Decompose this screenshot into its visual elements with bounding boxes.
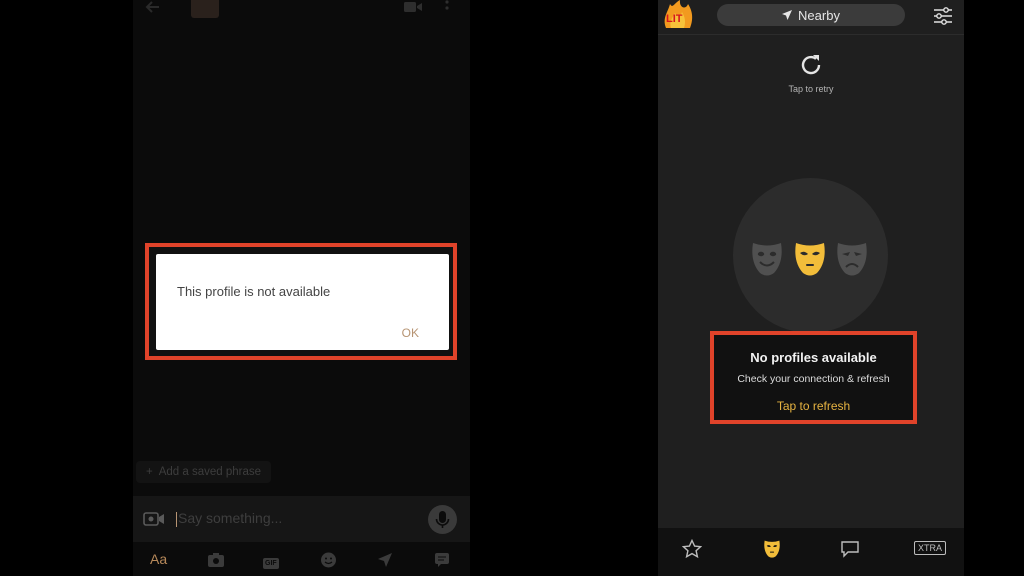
video-call-icon[interactable] [403, 0, 423, 14]
mask-happy-icon [752, 243, 782, 276]
microphone-button[interactable] [428, 505, 457, 534]
chat-screen: This profile is not available OK + Add a … [133, 0, 470, 576]
location-arrow-icon [782, 10, 793, 20]
gif-button[interactable]: GIF [263, 550, 279, 570]
empty-state-illustration [733, 178, 888, 333]
dialog-ok-button[interactable]: OK [402, 326, 419, 340]
saved-phrase-icon[interactable] [434, 550, 450, 570]
tap-to-refresh-link[interactable]: Tap to refresh [714, 399, 913, 413]
mask-icon[interactable] [762, 539, 782, 559]
location-icon[interactable] [377, 550, 393, 570]
filter-icon[interactable] [932, 6, 954, 26]
add-saved-phrase-button[interactable]: + Add a saved phrase [136, 461, 272, 483]
location-label: Nearby [798, 7, 840, 23]
compose-bar: Say something... [133, 496, 470, 542]
message-input[interactable]: Say something... [176, 510, 376, 528]
bottom-navigation: XTRA [658, 528, 964, 576]
emoji-icon[interactable] [320, 550, 337, 570]
profile-unavailable-dialog: This profile is not available OK [156, 254, 449, 350]
mask-sad-icon [837, 243, 867, 276]
message-placeholder: Say something... [178, 510, 283, 526]
mask-neutral-icon [795, 243, 825, 276]
chat-toolbar: Aa GIF [133, 544, 470, 576]
lit-avatar-flame-icon[interactable]: LIT [660, 0, 700, 28]
text-caret [176, 511, 177, 527]
avatar[interactable] [191, 0, 219, 18]
chat-header [133, 0, 470, 22]
refresh-icon [801, 55, 821, 75]
camera-icon[interactable] [207, 550, 225, 570]
dialog-highlight-box: This profile is not available OK [145, 243, 457, 360]
gif-icon: GIF [263, 558, 279, 569]
retry-label: Tap to retry [788, 84, 834, 94]
chat-bubble-icon[interactable] [840, 539, 860, 559]
empty-state-title: No profiles available [750, 350, 877, 365]
empty-state-subtitle: Check your connection & refresh [737, 373, 890, 385]
location-selector[interactable]: Nearby [717, 4, 905, 26]
empty-state-highlight-box: No profiles available Check your connect… [710, 331, 917, 424]
microphone-icon [435, 511, 450, 528]
more-options-icon[interactable] [443, 0, 451, 16]
text-format-button[interactable]: Aa [150, 551, 167, 571]
back-arrow-icon[interactable] [145, 0, 161, 14]
plus-icon: + [146, 466, 153, 478]
dialog-message: This profile is not available [177, 284, 331, 299]
lit-badge-text: LIT [666, 13, 683, 25]
xtra-button[interactable]: XTRA [914, 541, 947, 555]
saved-phrase-label: Add a saved phrase [158, 466, 262, 478]
video-camera-icon[interactable] [143, 512, 165, 526]
browse-screen: LIT Nearby Tap to retry No profiles avai… [658, 0, 964, 576]
retry-button[interactable]: Tap to retry [768, 52, 854, 96]
top-bar: LIT Nearby [658, 0, 964, 35]
star-icon[interactable] [682, 539, 702, 559]
